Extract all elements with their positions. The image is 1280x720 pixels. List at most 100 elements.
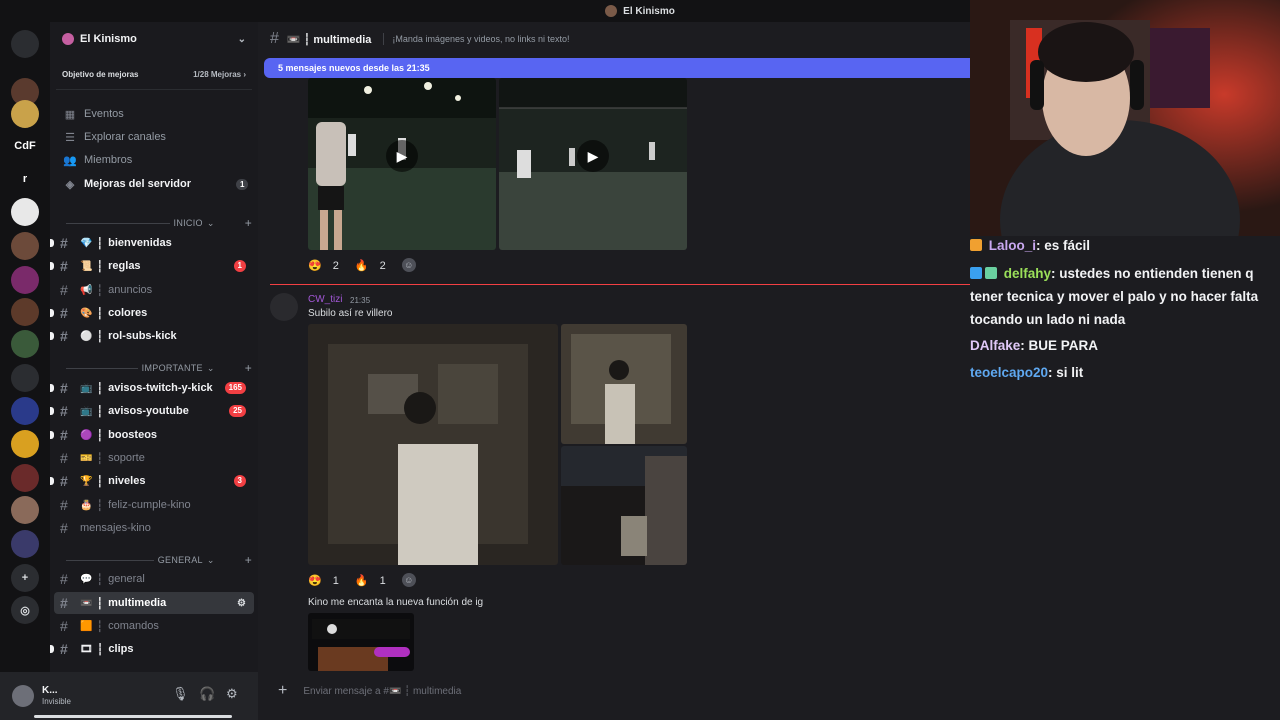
server-icon[interactable]: CdF	[11, 132, 39, 160]
photo	[308, 324, 558, 565]
video-attachment[interactable]: ▶	[308, 78, 496, 250]
server-icon[interactable]: r	[11, 165, 39, 193]
settings-gear-icon[interactable]: ⚙	[226, 686, 238, 702]
server-icon[interactable]	[11, 530, 39, 558]
category-general[interactable]: GENERAL ⌄ +	[62, 553, 252, 567]
channel-feliz-cumple-kino[interactable]: # 🎂 ┆ feliz-cumple-kino	[54, 494, 254, 516]
channel-reglas[interactable]: # 📜 ┆ reglas 1	[50, 255, 254, 277]
channel-emoji-icon: 🎨	[80, 307, 93, 319]
channel-label: anuncios	[108, 284, 153, 296]
hash-icon: #	[60, 235, 68, 251]
server-header[interactable]: El Kinismo ⌄	[50, 22, 258, 56]
reaction-fire[interactable]: 🔥 2	[355, 259, 394, 272]
message-composer[interactable]: + Enviar mensaje a #📼 ┆ multimedia	[264, 676, 970, 706]
add-channel-icon[interactable]: +	[245, 216, 252, 230]
chat-line: teoelcapo20: si lit	[970, 365, 1084, 380]
nav-events[interactable]: ▦ Eventos	[62, 104, 124, 124]
server-icon[interactable]	[11, 397, 39, 425]
server-icon[interactable]	[11, 298, 39, 326]
channel-bienvenidas[interactable]: # 💎 ┆ bienvenidas	[50, 232, 254, 254]
microphone-icon[interactable]: 🎙	[172, 686, 189, 702]
add-server-icon[interactable]: +	[11, 564, 39, 592]
taskbar-scroll-indicator	[34, 715, 232, 718]
reaction-row: 😍 1 🔥 1 ☺	[308, 573, 424, 587]
server-icon[interactable]	[11, 496, 39, 524]
image-attachment[interactable]	[308, 613, 414, 671]
reaction-heart-eyes[interactable]: 😍 1	[308, 574, 347, 587]
hash-icon: #	[60, 427, 68, 443]
stream-chat-overlay: Laloo_i: es fácil delfahy: ustedes no en…	[970, 236, 1280, 720]
photo	[561, 324, 687, 444]
channel-avisos-twitch-y-kick[interactable]: # 📺 ┆ avisos-twitch-y-kick 165	[50, 377, 254, 399]
image-attachment[interactable]	[561, 446, 687, 565]
server-icon[interactable]	[11, 266, 39, 294]
nav-browse-channels[interactable]: ☰ Explorar canales	[62, 127, 166, 147]
chat-line: delfahy: ustedes no entienden tienen q t…	[970, 266, 1259, 327]
hash-icon: #	[60, 258, 68, 274]
channel-emoji-icon: 📼	[80, 597, 93, 609]
channel-settings-icon[interactable]: ⚙	[237, 598, 246, 609]
category-importante[interactable]: IMPORTANTE ⌄ +	[62, 361, 252, 375]
reaction-fire[interactable]: 🔥 1	[355, 574, 394, 587]
server-icon[interactable]	[11, 464, 39, 492]
message-author[interactable]: CW_tizi	[308, 294, 342, 305]
nav-members[interactable]: 👥 Miembros	[62, 150, 132, 170]
crown-badge-icon	[970, 239, 982, 251]
channel-colores[interactable]: # 🎨 ┆ colores	[50, 302, 254, 324]
server-icon[interactable]	[11, 330, 39, 358]
boost-goal-label: Objetivo de mejoras	[62, 70, 139, 79]
user-status: Invisible	[42, 697, 71, 706]
channel-mensajes-kino[interactable]: # mensajes-kino	[54, 517, 254, 539]
username: K...	[42, 685, 58, 696]
server-icon[interactable]	[11, 430, 39, 458]
channel-emoji-icon: 📺	[80, 382, 93, 394]
play-icon[interactable]: ▶	[577, 140, 609, 172]
channel-boosteos[interactable]: # 🟣 ┆ boosteos	[50, 424, 254, 446]
server-icon[interactable]	[11, 198, 39, 226]
channel-label: clips	[108, 643, 134, 655]
new-messages-divider	[270, 284, 970, 285]
channel-anuncios[interactable]: # 📢 ┆ anuncios	[54, 279, 254, 301]
server-icon[interactable]	[11, 232, 39, 260]
channel-avisos-youtube[interactable]: # 📺 ┆ avisos-youtube 25	[50, 400, 254, 422]
headphones-icon[interactable]: 🎧	[199, 686, 215, 702]
add-attachment-icon[interactable]: +	[278, 682, 287, 700]
channel-label: multimedia	[108, 597, 167, 609]
channel-comandos[interactable]: # 🟧 ┆ comandos	[54, 615, 254, 637]
channel-general[interactable]: # 💬 ┆ general	[54, 568, 254, 590]
chevron-down-icon[interactable]: ⌄	[238, 34, 246, 45]
play-icon[interactable]: ▶	[386, 140, 418, 172]
category-inicio[interactable]: INICIO ⌄ +	[62, 216, 252, 230]
channel-niveles[interactable]: # 🏆 ┆ niveles 3	[50, 470, 254, 492]
hash-icon: #	[60, 520, 68, 536]
video-attachment[interactable]: ▶	[499, 78, 687, 250]
add-channel-icon[interactable]: +	[245, 361, 252, 375]
server-rail: CdF r + ◎	[0, 22, 50, 720]
image-attachment[interactable]	[561, 324, 687, 444]
add-reaction-icon[interactable]: ☺	[401, 573, 416, 587]
discover-icon[interactable]: ◎	[11, 596, 39, 624]
avatar[interactable]	[12, 685, 34, 707]
channel-emoji-icon: 🎞	[80, 643, 93, 655]
server-icon[interactable]	[11, 364, 39, 392]
channel-multimedia[interactable]: # 📼 ┆ multimedia ⚙	[54, 592, 254, 614]
add-channel-icon[interactable]: +	[245, 553, 252, 567]
new-messages-bar[interactable]: 5 mensajes nuevos desde las 21:35	[264, 58, 970, 78]
chat-line: Laloo_i: es fácil	[970, 234, 1280, 257]
channel-emoji-icon: 🎂	[80, 499, 93, 511]
channel-soporte[interactable]: # 🎫 ┆ soporte	[54, 447, 254, 469]
add-reaction-icon[interactable]: ☺	[401, 258, 416, 272]
nav-server-boosts[interactable]: ◈ Mejoras del servidor 1	[62, 174, 249, 194]
channel-rol-subs-kick[interactable]: # ⚪ ┆ rol-subs-kick	[50, 325, 254, 347]
server-icon[interactable]	[11, 100, 39, 128]
image-attachment[interactable]	[308, 324, 558, 565]
channel-emoji-icon: ⚪	[80, 330, 93, 342]
channel-sidebar: El Kinismo ⌄ Objetivo de mejoras 1/28 Me…	[50, 22, 258, 672]
channel-clips[interactable]: # 🎞 ┆ clips	[50, 638, 254, 660]
avatar[interactable]	[270, 293, 298, 321]
hash-icon: #	[270, 30, 279, 47]
mention-badge: 25	[229, 405, 246, 417]
reaction-heart-eyes[interactable]: 😍 2	[308, 259, 347, 272]
boost-goal-bar[interactable]: Objetivo de mejoras 1/28 Mejoras ›	[56, 60, 252, 90]
server-icon[interactable]	[11, 30, 39, 58]
